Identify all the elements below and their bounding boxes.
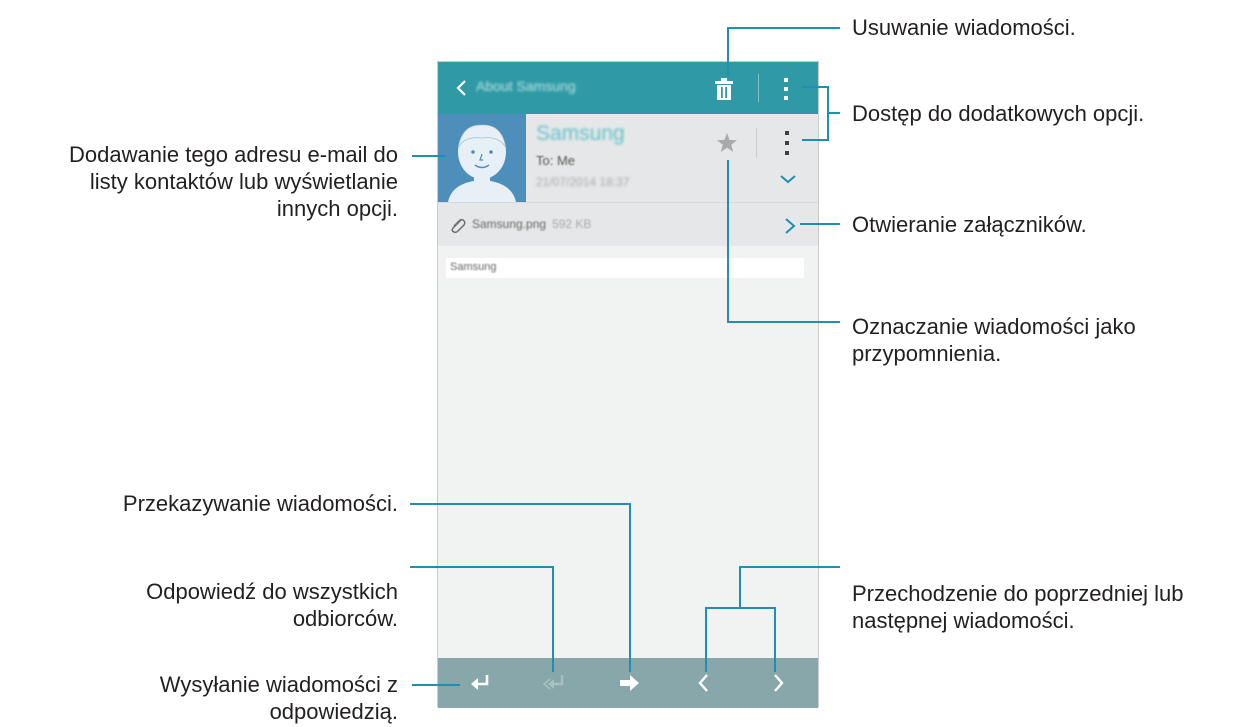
callout-add-contact: Dodawanie tego adresu e-mail do listy ko… (0, 141, 398, 222)
callout-reply-all-line2: odbiorców. (292, 606, 398, 631)
callout-mark-reminder-line2: przypomnienia. (852, 341, 1002, 366)
callout-add-contact-line1: Dodawanie tego adresu e-mail do (69, 142, 398, 167)
callout-mark-reminder: Oznaczanie wiadomości jako przypomnienia… (852, 313, 1136, 367)
callout-reply: Wysyłanie wiadomości z odpowiedzią. (0, 671, 398, 725)
callout-add-contact-line2: listy kontaktów lub wyświetlanie (89, 169, 398, 194)
callout-more-options: Dostęp do dodatkowych opcji. (852, 101, 1145, 126)
callout-reply-line1: Wysyłanie wiadomości z (159, 672, 398, 697)
callout-open-attachments: Otwieranie załączników. (852, 212, 1087, 237)
callout-navigate: Przechodzenie do poprzedniej lub następn… (852, 580, 1183, 634)
callout-navigate-line2: następnej wiadomości. (852, 608, 1075, 633)
callout-line-navigate-stem (739, 566, 840, 608)
callout-line-forward (410, 503, 631, 672)
callout-line-mark-reminder (727, 160, 840, 323)
callout-delete: Usuwanie wiadomości. (852, 15, 1076, 40)
callout-line-more-options (802, 86, 829, 141)
callout-mark-reminder-line1: Oznaczanie wiadomości jako (852, 314, 1136, 339)
callout-reply-all-line1: Odpowiedź do wszystkich (146, 579, 398, 604)
callout-line-delete (727, 27, 840, 76)
callout-reply-line2: odpowiedzią. (269, 699, 398, 724)
callout-line-reply-all (410, 566, 554, 672)
callout-line-navigate (705, 607, 776, 672)
callout-forward: Przekazywanie wiadomości. (122, 491, 398, 516)
callout-reply-all: Odpowiedź do wszystkich odbiorców. (0, 578, 398, 632)
callout-add-contact-line3: innych opcji. (276, 196, 398, 221)
callout-navigate-line1: Przechodzenie do poprzedniej lub (852, 581, 1184, 606)
